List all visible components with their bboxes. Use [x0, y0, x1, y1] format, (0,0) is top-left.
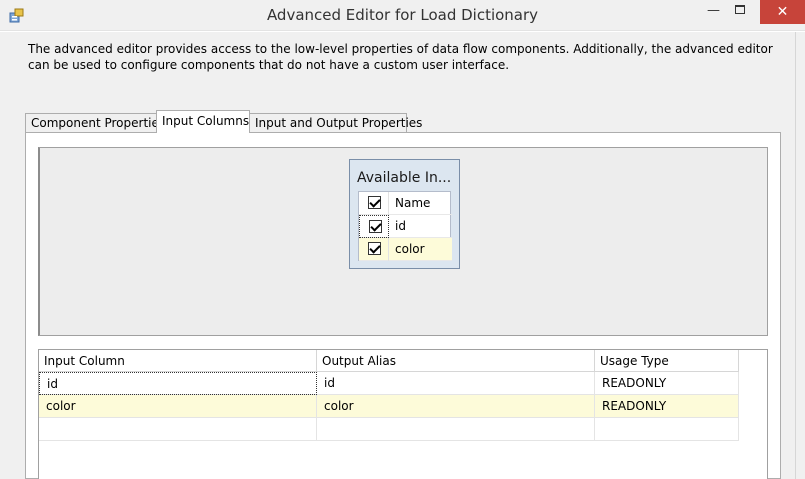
column-checkbox[interactable]	[368, 242, 381, 255]
close-button[interactable]: ✕	[760, 0, 805, 24]
input-columns-panel: Available In... Name id color Input Colu…	[25, 132, 781, 479]
available-inputs-header: Name	[359, 192, 452, 215]
select-all-checkbox[interactable]	[368, 196, 381, 209]
available-inputs-box[interactable]: Available In... Name id color	[349, 159, 460, 269]
table-row-empty[interactable]	[39, 418, 739, 441]
table-row[interactable]: id id READONLY	[39, 372, 739, 395]
usage-type-cell[interactable]: READONLY	[595, 372, 739, 395]
output-alias-cell[interactable]: color	[317, 395, 595, 418]
input-column-cell[interactable]: id	[39, 372, 317, 395]
background-window-edge	[795, 32, 805, 479]
input-column-cell[interactable]: color	[39, 395, 317, 418]
usage-type-cell[interactable]	[595, 418, 739, 441]
window-title: Advanced Editor for Load Dictionary	[266, 6, 539, 24]
name-column-header: Name	[395, 196, 431, 210]
input-column-header[interactable]: Input Column	[39, 350, 317, 372]
maximize-button[interactable]	[726, 0, 753, 24]
usage-type-cell[interactable]: READONLY	[595, 395, 739, 418]
column-checkbox[interactable]	[369, 220, 382, 233]
available-inputs-title: Available In...	[357, 170, 452, 186]
available-inputs-list: Name id color	[358, 191, 452, 261]
tab-component-properties[interactable]: Component Properties	[25, 113, 165, 133]
column-name: color	[395, 242, 425, 256]
minimize-button[interactable]: —	[700, 0, 727, 24]
table-row[interactable]: color color READONLY	[39, 395, 739, 418]
input-columns-grid: Input Column Output Alias Usage Type id …	[38, 349, 768, 479]
list-item[interactable]: id	[359, 215, 452, 238]
title-bar: Advanced Editor for Load Dictionary — ✕	[0, 0, 805, 31]
output-alias-header[interactable]: Output Alias	[317, 350, 595, 372]
maximize-icon	[734, 4, 745, 14]
tab-input-columns[interactable]: Input Columns	[156, 110, 250, 133]
editor-description: The advanced editor provides access to t…	[28, 42, 773, 72]
column-name: id	[395, 219, 406, 233]
list-item[interactable]: color	[359, 238, 452, 261]
checkbox-cell	[359, 238, 389, 261]
checkbox-cell	[359, 215, 389, 238]
usage-type-header[interactable]: Usage Type	[595, 350, 739, 372]
output-alias-cell[interactable]: id	[317, 372, 595, 395]
grid-header: Input Column Output Alias Usage Type	[39, 350, 739, 372]
tab-input-output-properties[interactable]: Input and Output Properties	[249, 113, 422, 133]
input-column-cell[interactable]	[39, 418, 317, 441]
output-alias-cell[interactable]	[317, 418, 595, 441]
columns-canvas: Available In... Name id color	[38, 147, 768, 336]
select-all-cell	[359, 192, 389, 215]
